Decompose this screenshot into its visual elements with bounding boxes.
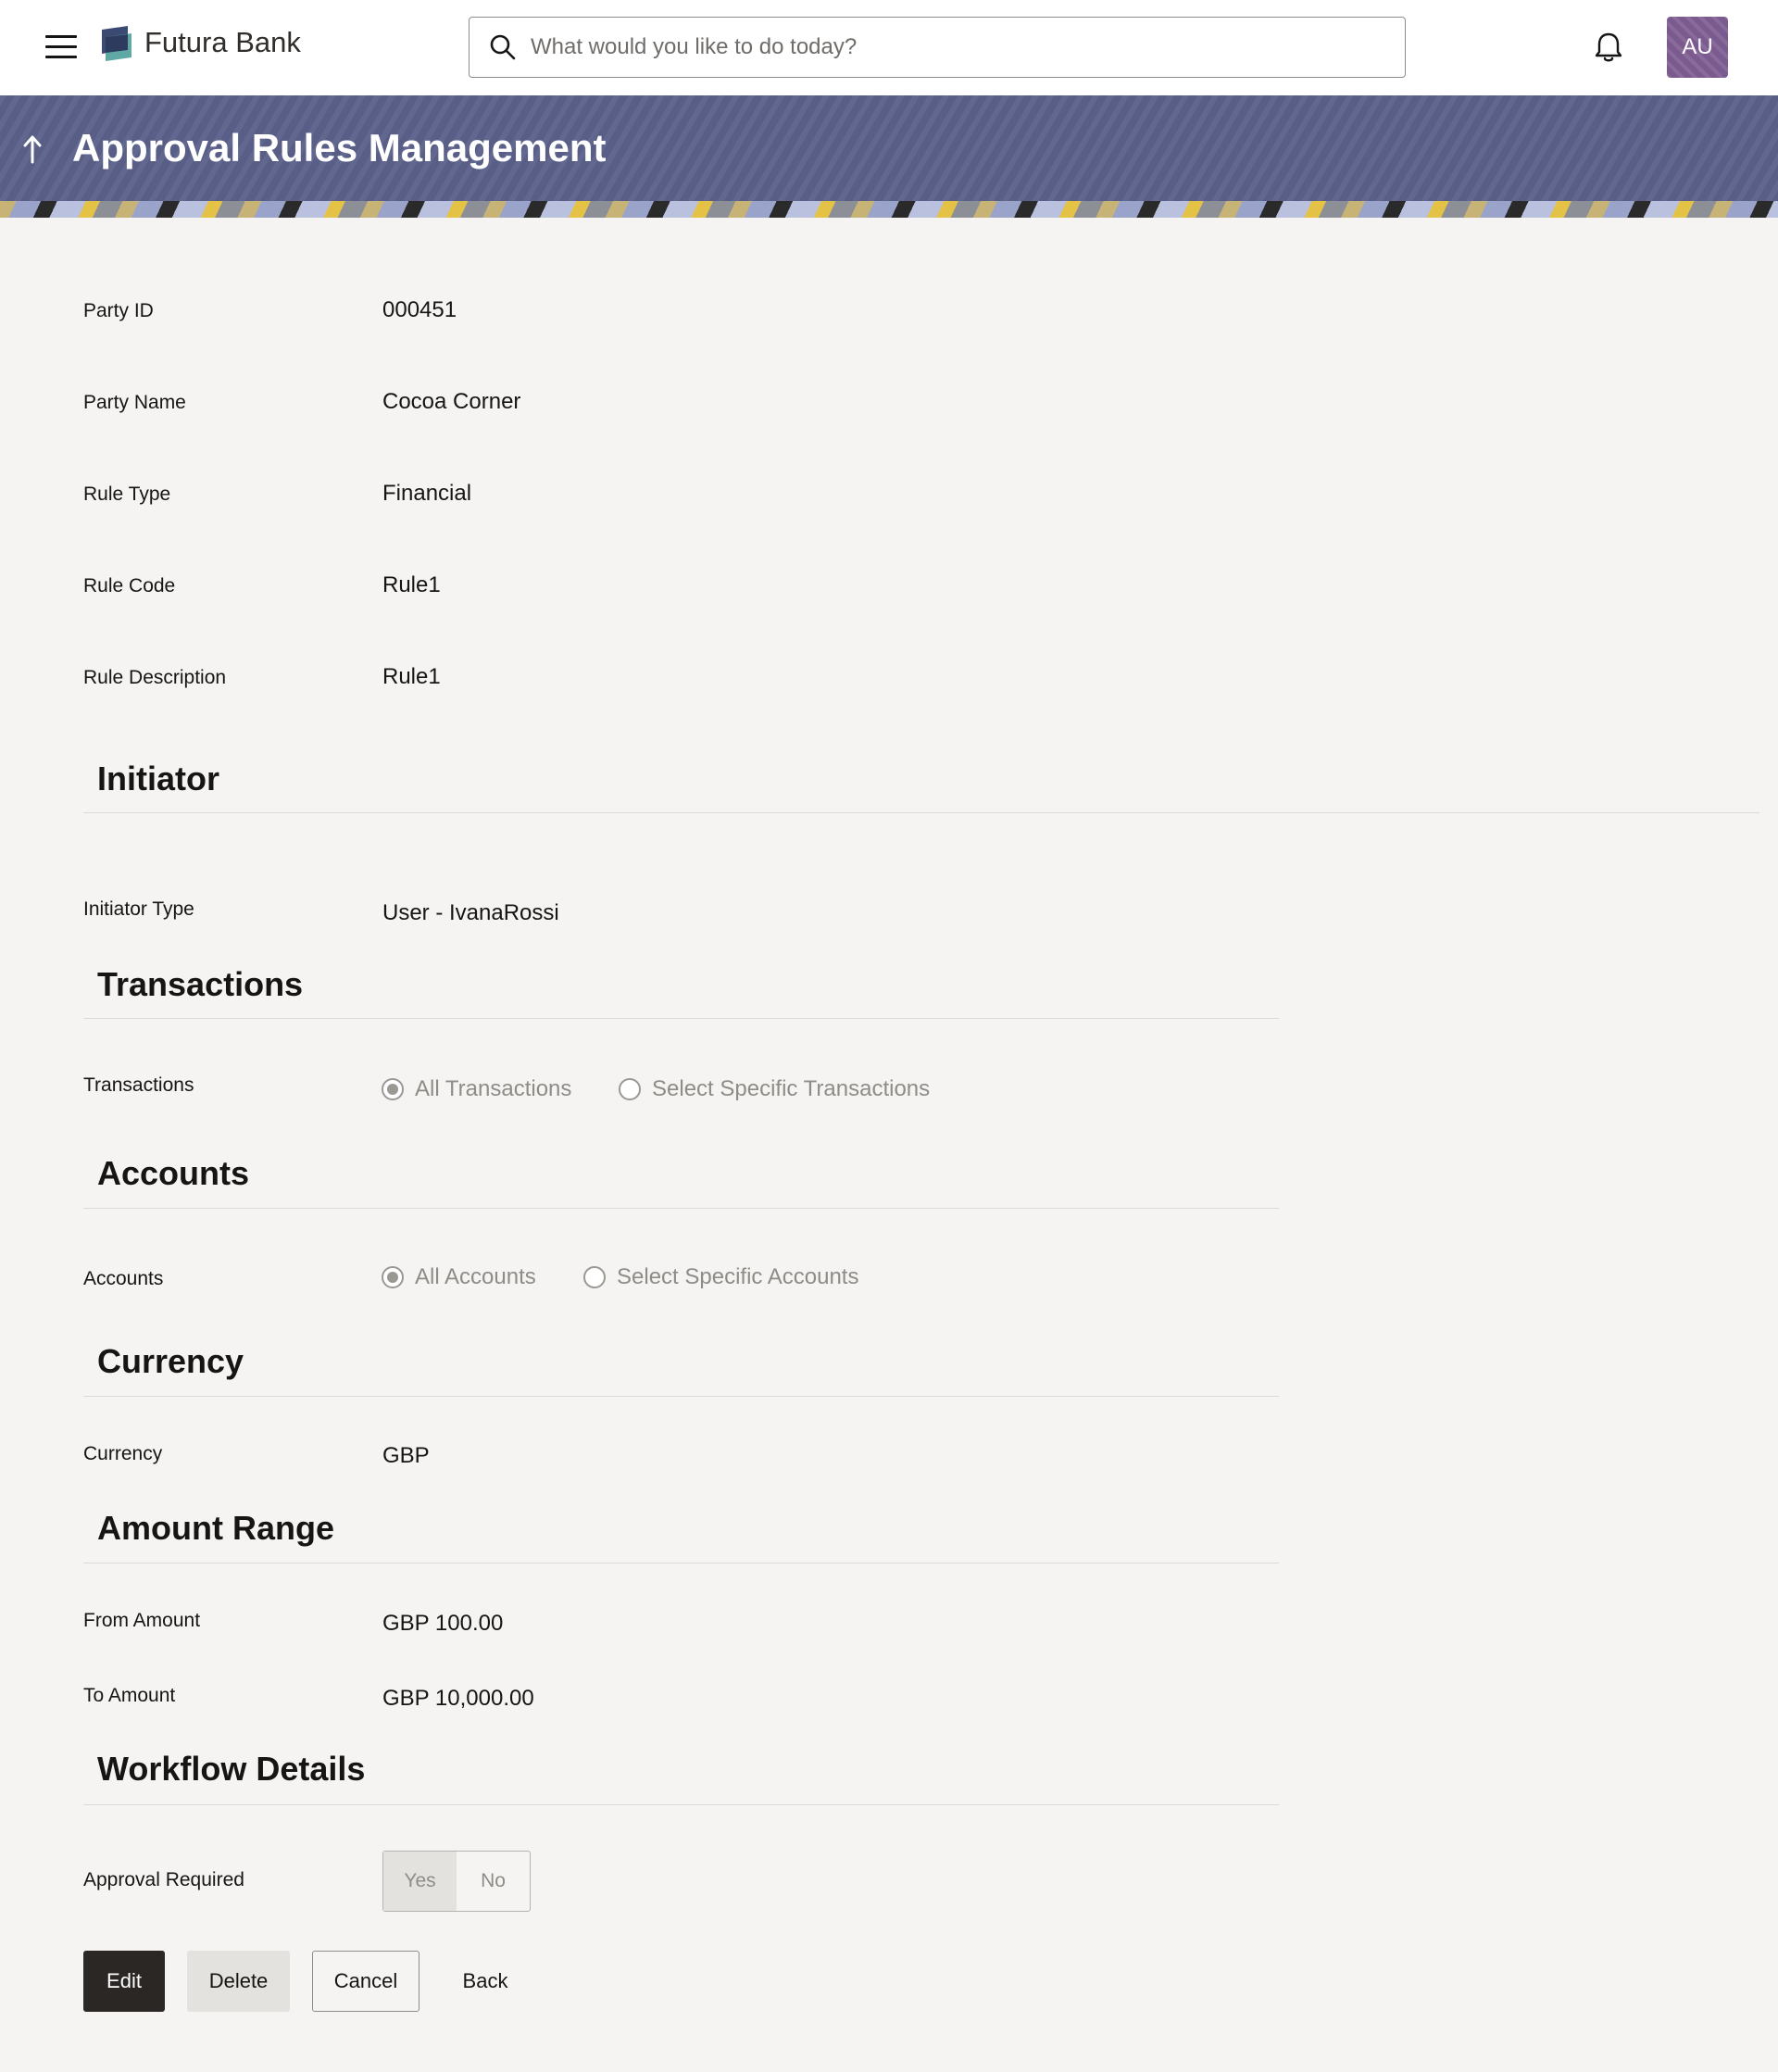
- brand-name: Futura Bank: [144, 26, 301, 58]
- user-avatar[interactable]: AU: [1667, 17, 1728, 78]
- divider: [83, 1396, 1279, 1397]
- radio-selected-icon: [382, 1078, 404, 1100]
- back-arrow-icon[interactable]: [20, 132, 44, 166]
- to-amount-label: To Amount: [83, 1685, 176, 1706]
- transactions-heading: Transactions: [97, 965, 304, 1003]
- page-title: Approval Rules Management: [72, 126, 607, 170]
- rule-code-label: Rule Code: [83, 575, 176, 596]
- divider: [83, 812, 1759, 813]
- divider: [83, 1208, 1279, 1209]
- rule-description-value: Rule1: [382, 664, 441, 689]
- party-id-label: Party ID: [83, 300, 154, 321]
- approval-yes-option[interactable]: Yes: [383, 1852, 457, 1911]
- initiator-type-label: Initiator Type: [83, 898, 194, 920]
- currency-value: GBP: [382, 1443, 430, 1468]
- back-button[interactable]: Back: [442, 1951, 529, 2012]
- specific-transactions-radio[interactable]: Select Specific Transactions: [619, 1076, 930, 1102]
- radio-unselected-icon: [583, 1266, 606, 1288]
- initiator-type-value: User - IvanaRossi: [382, 900, 559, 925]
- specific-accounts-radio[interactable]: Select Specific Accounts: [583, 1264, 858, 1290]
- rule-type-label: Rule Type: [83, 483, 171, 505]
- currency-heading: Currency: [97, 1342, 244, 1380]
- approval-no-option[interactable]: No: [457, 1852, 530, 1911]
- all-transactions-radio[interactable]: All Transactions: [382, 1076, 571, 1102]
- delete-button[interactable]: Delete: [187, 1951, 290, 2012]
- notification-bell-icon[interactable]: [1593, 31, 1624, 64]
- search-input[interactable]: [531, 29, 1364, 66]
- approval-required-label: Approval Required: [83, 1869, 244, 1890]
- accounts-label: Accounts: [83, 1268, 164, 1289]
- radio-label: Select Specific Accounts: [617, 1264, 859, 1289]
- radio-label: Select Specific Transactions: [652, 1076, 931, 1101]
- rule-code-value: Rule1: [382, 572, 441, 597]
- currency-label: Currency: [83, 1443, 163, 1464]
- search-bar[interactable]: [469, 17, 1406, 78]
- rule-description-label: Rule Description: [83, 667, 227, 688]
- all-accounts-radio[interactable]: All Accounts: [382, 1264, 536, 1290]
- menu-icon[interactable]: [45, 35, 77, 59]
- cancel-button[interactable]: Cancel: [312, 1951, 419, 2012]
- rule-type-value: Financial: [382, 481, 472, 506]
- radio-label: All Accounts: [415, 1264, 536, 1289]
- radio-label: All Transactions: [415, 1076, 572, 1101]
- to-amount-value: GBP 10,000.00: [382, 1686, 534, 1711]
- edit-button[interactable]: Edit: [83, 1951, 165, 2012]
- transactions-label: Transactions: [83, 1074, 194, 1096]
- banner-decoration: [0, 201, 1778, 218]
- amount-range-heading: Amount Range: [97, 1509, 334, 1547]
- party-id-value: 000451: [382, 297, 457, 322]
- from-amount-label: From Amount: [83, 1610, 201, 1631]
- accounts-heading: Accounts: [97, 1154, 250, 1192]
- workflow-heading: Workflow Details: [97, 1750, 366, 1788]
- radio-unselected-icon: [619, 1078, 641, 1100]
- from-amount-value: GBP 100.00: [382, 1611, 504, 1636]
- approval-required-toggle[interactable]: Yes No: [382, 1851, 531, 1912]
- top-bar: Futura Bank AU: [0, 0, 1778, 95]
- radio-selected-icon: [382, 1266, 404, 1288]
- search-icon: [490, 34, 516, 60]
- party-name-value: Cocoa Corner: [382, 389, 521, 414]
- divider: [83, 1018, 1279, 1019]
- bank-logo: [102, 26, 131, 61]
- initiator-heading: Initiator: [97, 760, 219, 797]
- party-name-label: Party Name: [83, 392, 186, 413]
- divider: [83, 1804, 1279, 1805]
